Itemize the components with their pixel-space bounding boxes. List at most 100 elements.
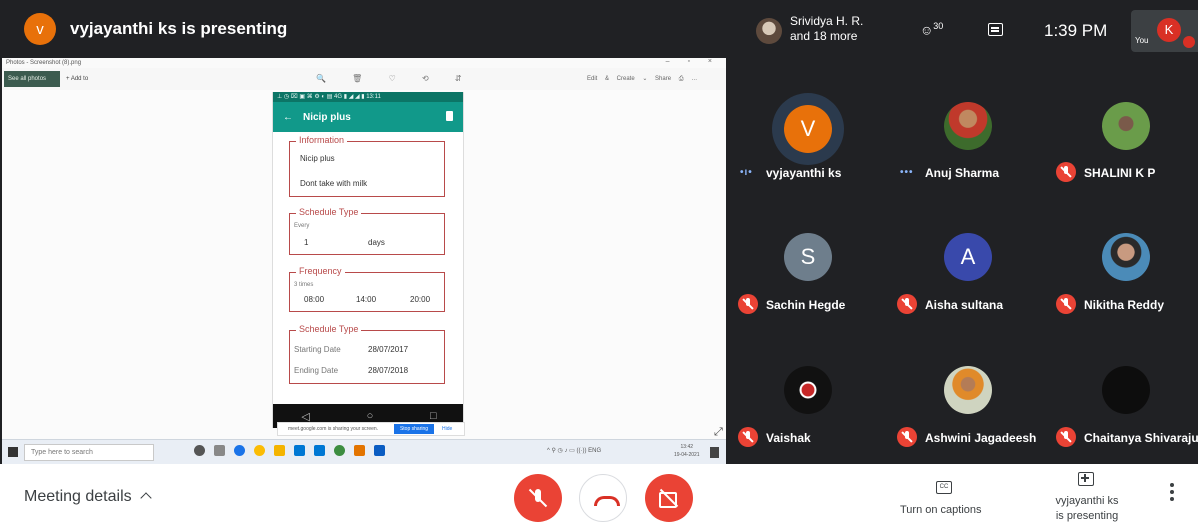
- mic-off-icon: [1056, 294, 1076, 314]
- hide-sharing-button: Hide: [442, 426, 453, 432]
- participant-name-nikitha: Nikitha Reddy: [1084, 298, 1165, 312]
- captions-button-label[interactable]: Turn on captions: [900, 504, 982, 516]
- more-options-icon[interactable]: [1170, 490, 1174, 494]
- participant-avatar-vyjayanthi: V: [784, 105, 832, 153]
- chevron-up-icon: [139, 492, 152, 504]
- people-icon[interactable]: ☺30: [920, 21, 943, 37]
- participant-name-anuj: Anuj Sharma: [925, 166, 1000, 180]
- mic-off-icon: [897, 294, 917, 314]
- home-circle-icon: ○: [366, 410, 374, 422]
- taskbar-time: 13:42: [680, 444, 694, 450]
- starting-date-label: Starting Date: [294, 345, 341, 354]
- pinned-participant-avatar[interactable]: [756, 18, 782, 44]
- participant-photo-nikitha: [1102, 233, 1150, 281]
- self-avatar: K: [1157, 18, 1181, 42]
- participant-photo-shalini: [1102, 102, 1150, 150]
- presenting-label-line1: vyjayanthi ks: [1055, 495, 1119, 507]
- self-mic-off-icon: [1183, 36, 1195, 48]
- meeting-details-label: Meeting details: [24, 488, 132, 505]
- microphone-off-button[interactable]: [514, 474, 562, 522]
- mail-icon: [314, 445, 325, 456]
- presenting-label-line2: is presenting: [1055, 510, 1119, 522]
- every-value: 1: [304, 238, 309, 247]
- presenter-title: vyjayanthi ks is presenting: [70, 19, 288, 38]
- participant-name-chaitanya: Chaitanya Shivaraju: [1084, 431, 1198, 445]
- taskbar-clock: 13:42 19-04-2021: [674, 443, 700, 459]
- cortana-icon: [194, 445, 205, 456]
- meeting-controls-bar: Meeting details CC Turn on captions vyja…: [0, 464, 1198, 523]
- information-legend: Information: [296, 135, 348, 145]
- pinned-name-line1: Srividya H. R.: [790, 14, 864, 28]
- self-view-tile[interactable]: You K: [1131, 10, 1198, 52]
- captions-icon[interactable]: CC: [936, 481, 952, 494]
- photos-toolbar: See all photos + Add to 🔍 🗑 ♡ ⟲ ⇵ Edit &…: [2, 68, 726, 90]
- frequency-card: Frequency 3 times 08:00 14:00 20:00: [289, 266, 445, 312]
- camera-off-button[interactable]: [645, 474, 693, 522]
- leave-call-button[interactable]: [579, 474, 627, 522]
- windows-start-icon: [8, 447, 18, 457]
- system-tray: ^ ⚲ ◷ ♪ ▭ ((·)) ENG: [547, 448, 602, 454]
- people-count: 30: [933, 21, 944, 31]
- meeting-details-button[interactable]: Meeting details: [24, 488, 152, 506]
- mic-off-icon: [897, 427, 917, 447]
- photos-window-title: Photos - Screenshot (8).png: [2, 58, 726, 68]
- participant-photo-chaitanya: [1102, 366, 1150, 414]
- phone-screenshot: ⊥ ◷ ⌧ ▣ ⌘ ⚙ ◐ ▤ 4G ▮ ◢ ◢ ▮ 13:11 ← Nicip…: [272, 92, 464, 428]
- notification-icon: [710, 447, 719, 458]
- ellipsis-icon: •••: [900, 167, 914, 178]
- expand-icon[interactable]: ⤢: [714, 426, 723, 439]
- mic-off-icon: [1056, 162, 1076, 182]
- task-view-icon: [214, 445, 225, 456]
- participant-photo-ashwini: [944, 366, 992, 414]
- edit-share-menu: Edit & Create ⌄ Share ⎙ …: [587, 76, 698, 82]
- presenting-status-label[interactable]: vyjayanthi ks is presenting: [1048, 494, 1126, 523]
- frequency-time-1: 08:00: [304, 295, 325, 304]
- present-icon[interactable]: [1078, 472, 1094, 486]
- information-card: Information Nicip plus Dont take with mi…: [289, 135, 445, 197]
- add-to-button: + Add to: [66, 76, 89, 82]
- participant-name-vaishak: Vaishak: [766, 431, 811, 445]
- chrome-icon: [254, 445, 265, 456]
- participant-name-sachin: Sachin Hegde: [766, 298, 846, 312]
- chat-icon[interactable]: [988, 23, 1003, 36]
- frequency-time-2: 14:00: [356, 295, 377, 304]
- participant-name-shalini: SHALINI K P: [1084, 166, 1156, 180]
- frequency-legend: Frequency: [296, 266, 345, 276]
- date-range-card: Schedule Type Starting Date 28/07/2017 E…: [289, 324, 445, 384]
- stop-sharing-button: Stop sharing: [394, 424, 434, 434]
- sharing-notice-text: meet.google.com is sharing your screen.: [288, 426, 379, 432]
- photos-toolbar-icons: 🔍 🗑 ♡ ⟲ ⇵: [316, 74, 474, 83]
- mic-off-icon: [738, 294, 758, 314]
- participant-name-vyjayanthi: vyjayanthi ks: [766, 166, 842, 180]
- phone-app-bar: ← Nicip plus: [273, 102, 463, 132]
- shared-screen: Photos - Screenshot (8).png – ▫ × See al…: [2, 58, 726, 464]
- sharing-notice-bar: meet.google.com is sharing your screen. …: [277, 422, 465, 436]
- participant-avatar-aisha: A: [944, 233, 992, 281]
- recents-square-icon: □: [429, 410, 437, 422]
- meeting-clock: 1:39 PM: [1044, 21, 1108, 40]
- medicine-note: Dont take with milk: [300, 179, 368, 188]
- taskbar-search: Type here to search: [24, 444, 154, 461]
- pinned-participant-names: Srividya H. R. and 18 more: [790, 14, 863, 44]
- talking-indicator-icon: •ı•: [740, 167, 753, 178]
- store-icon: [294, 445, 305, 456]
- edge-icon: [234, 445, 245, 456]
- phone-status-bar: ⊥ ◷ ⌧ ▣ ⌘ ⚙ ◐ ▤ 4G ▮ ◢ ◢ ▮ 13:11: [273, 92, 463, 102]
- frequency-time-3: 20:00: [410, 295, 431, 304]
- see-all-photos-button: See all photos: [4, 71, 60, 87]
- self-label: You: [1135, 36, 1149, 45]
- participant-name-aisha: Aisha sultana: [925, 298, 1004, 312]
- mic-off-icon: [1056, 427, 1076, 447]
- back-arrow-icon: ←: [283, 111, 293, 123]
- participant-avatar-sachin: S: [784, 233, 832, 281]
- medicine-name: Nicip plus: [300, 154, 335, 163]
- presenter-avatar: v: [24, 13, 56, 45]
- every-caption: Every: [294, 223, 310, 229]
- date-range-legend: Schedule Type: [296, 324, 362, 334]
- starting-date-value: 28/07/2017: [368, 345, 409, 354]
- pinned-name-line2: and 18 more: [790, 29, 858, 43]
- photos-icon: [374, 445, 385, 456]
- phone-app-title: Nicip plus: [303, 111, 351, 123]
- app-icon-2: [354, 445, 365, 456]
- mic-off-icon: [738, 427, 758, 447]
